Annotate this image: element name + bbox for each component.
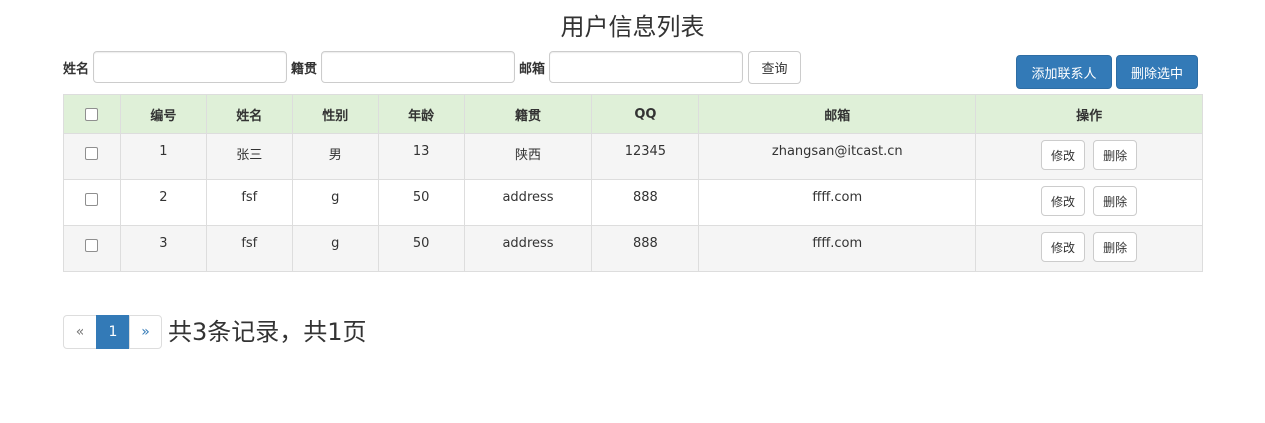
edit-button[interactable]: 修改 — [1041, 140, 1086, 170]
header-age: 年龄 — [377, 94, 465, 134]
cell-address: address — [463, 179, 593, 226]
table-row: 3 fsf g 50 address 888 ffff.com 修改 删除 — [63, 225, 1203, 272]
search-form: 姓名 籍贯 邮箱 查询 — [63, 50, 802, 84]
table-row: 2 fsf g 50 address 888 ffff.com 修改 删除 — [63, 179, 1203, 226]
delete-button[interactable]: 删除 — [1093, 186, 1138, 216]
row-checkbox[interactable] — [85, 239, 99, 252]
record-summary: 共3条记录，共1页 — [168, 318, 367, 346]
cell-gender: g — [291, 225, 379, 272]
cell-name: 张三 — [205, 133, 293, 180]
edit-button[interactable]: 修改 — [1041, 232, 1086, 262]
cell-actions: 修改 删除 — [975, 133, 1203, 180]
cell-age: 13 — [377, 133, 465, 180]
cell-id: 1 — [119, 133, 207, 180]
row-select-cell — [63, 179, 121, 226]
cell-qq: 888 — [591, 225, 700, 272]
cell-name: fsf — [205, 225, 293, 272]
user-table: 编号 姓名 性别 年龄 籍贯 QQ 邮箱 操作 1 张三 男 13 陕西 123… — [63, 94, 1203, 272]
address-label: 籍贯 — [291, 61, 318, 77]
header-email: 邮箱 — [698, 94, 977, 134]
select-all-cell — [63, 94, 121, 134]
cell-address: 陕西 — [463, 133, 593, 180]
delete-button[interactable]: 删除 — [1093, 140, 1138, 170]
cell-email: ffff.com — [698, 179, 977, 226]
header-qq: QQ — [591, 94, 700, 134]
email-input[interactable] — [549, 51, 744, 83]
cell-gender: 男 — [291, 133, 379, 180]
select-all-checkbox[interactable] — [85, 107, 99, 121]
page-link-1[interactable]: 1 — [96, 315, 130, 349]
cell-name: fsf — [205, 179, 293, 226]
cell-age: 50 — [377, 179, 465, 226]
row-checkbox[interactable] — [85, 147, 99, 160]
cell-id: 3 — [119, 225, 207, 272]
table-header-row: 编号 姓名 性别 年龄 籍贯 QQ 邮箱 操作 — [63, 94, 1203, 134]
row-select-cell — [63, 225, 121, 272]
cell-actions: 修改 删除 — [975, 225, 1203, 272]
prev-page-link[interactable]: « — [63, 315, 97, 349]
header-id: 编号 — [119, 94, 207, 134]
next-page-link[interactable]: » — [129, 315, 162, 349]
header-name: 姓名 — [205, 94, 293, 134]
query-button[interactable]: 查询 — [748, 50, 802, 84]
cell-email: ffff.com — [698, 225, 977, 272]
cell-gender: g — [291, 179, 379, 226]
header-actions: 操作 — [975, 94, 1203, 134]
delete-selected-button[interactable]: 删除选中 — [1116, 55, 1198, 89]
cell-id: 2 — [119, 179, 207, 226]
top-actions: 添加联系人 删除选中 — [1016, 55, 1198, 89]
add-contact-button[interactable]: 添加联系人 — [1016, 55, 1112, 89]
name-label: 姓名 — [63, 61, 90, 77]
email-label: 邮箱 — [519, 61, 546, 77]
edit-button[interactable]: 修改 — [1041, 186, 1086, 216]
address-input[interactable] — [321, 51, 516, 83]
cell-qq: 888 — [591, 179, 700, 226]
delete-button[interactable]: 删除 — [1093, 232, 1138, 262]
row-checkbox[interactable] — [85, 193, 99, 206]
header-gender: 性别 — [291, 94, 379, 134]
cell-email: zhangsan@itcast.cn — [698, 133, 977, 180]
cell-age: 50 — [377, 225, 465, 272]
table-row: 1 张三 男 13 陕西 12345 zhangsan@itcast.cn 修改… — [63, 133, 1203, 180]
name-input[interactable] — [93, 51, 288, 83]
cell-qq: 12345 — [591, 133, 700, 180]
row-select-cell — [63, 133, 121, 180]
cell-actions: 修改 删除 — [975, 179, 1203, 226]
header-address: 籍贯 — [463, 94, 593, 134]
pagination: « 1 » 共3条记录，共1页 — [63, 315, 367, 349]
cell-address: address — [463, 225, 593, 272]
page-title: 用户信息列表 — [560, 13, 705, 41]
